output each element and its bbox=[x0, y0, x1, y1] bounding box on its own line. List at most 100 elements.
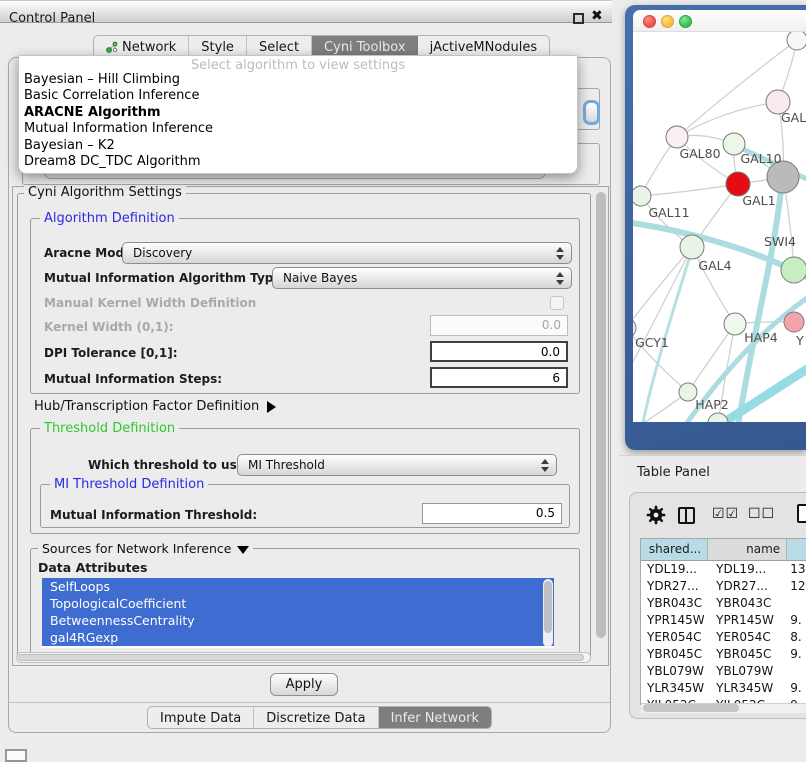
mi-algorithm-type-combo[interactable]: Naive Bayes bbox=[272, 267, 572, 289]
network-edge[interactable] bbox=[641, 184, 738, 196]
table-cell: 9. bbox=[787, 612, 806, 629]
deselect-all-checkboxes-icon[interactable]: ☐☐ bbox=[748, 506, 775, 522]
close-panel-icon[interactable]: ✖ bbox=[591, 8, 603, 24]
table-row[interactable]: YBL079WYBL079W bbox=[641, 663, 806, 680]
focused-combo-spinner[interactable] bbox=[583, 100, 600, 125]
table-cell: YLR345W bbox=[641, 680, 708, 697]
apply-button[interactable]: Apply bbox=[270, 673, 338, 696]
manual-kernel-width-checkbox[interactable] bbox=[550, 296, 564, 310]
control-panel-title: Control Panel bbox=[9, 11, 95, 26]
report-icon[interactable] bbox=[797, 504, 806, 523]
sources-title[interactable]: Sources for Network Inference bbox=[38, 541, 253, 560]
network-node-label: HAP2 bbox=[695, 397, 728, 412]
table-row[interactable]: YBR043CYBR043C bbox=[641, 595, 806, 612]
network-node-label: GAL4 bbox=[698, 258, 731, 273]
mac-close-icon[interactable] bbox=[643, 15, 656, 28]
tab-impute-data[interactable]: Impute Data bbox=[148, 707, 254, 728]
table-header-row: shared... name bbox=[641, 539, 806, 561]
table-row[interactable]: YBR045CYBR045C9. bbox=[641, 646, 806, 663]
network-node[interactable] bbox=[784, 312, 804, 332]
network-edge[interactable] bbox=[677, 102, 778, 137]
data-attribute-item[interactable]: SelfLoops bbox=[42, 578, 554, 595]
column-header-shared-name[interactable]: shared... bbox=[641, 539, 708, 560]
node-table: shared... name YDL19...YDL19...13YDR27..… bbox=[640, 538, 806, 705]
table-cell: YBR043C bbox=[708, 595, 787, 612]
mac-zoom-icon[interactable] bbox=[679, 15, 692, 28]
aracne-mode-combo[interactable]: Discovery bbox=[122, 242, 572, 264]
data-attribute-item[interactable]: BetweennessCentrality bbox=[42, 612, 554, 629]
network-edge[interactable] bbox=[677, 40, 797, 137]
algorithm-option[interactable]: Basic Correlation Inference bbox=[19, 88, 577, 104]
data-attribute-item[interactable]: gal4RGexp bbox=[42, 629, 554, 646]
table-hscrollbar-thumb[interactable] bbox=[643, 704, 739, 712]
table-cell: 12 bbox=[787, 578, 806, 595]
table-cell: YER054C bbox=[708, 629, 787, 646]
hub-transcription-factor-toggle[interactable]: Hub/Transcription Factor Definition bbox=[34, 399, 282, 414]
network-node-label: GAL80 bbox=[679, 146, 720, 161]
columns-icon[interactable] bbox=[678, 507, 695, 524]
network-node[interactable] bbox=[708, 413, 728, 422]
network-graph: GALGAL80GAL10GAL1GAL11GAL4SWI4GCY1HAP4YH… bbox=[633, 32, 806, 422]
attributes-scrollbar-thumb[interactable] bbox=[544, 581, 552, 633]
network-node[interactable] bbox=[787, 32, 806, 50]
network-window-titlebar[interactable] bbox=[633, 10, 806, 32]
data-attribute-item[interactable]: TopologicalCoefficient bbox=[42, 595, 554, 612]
network-node-label: GCY1 bbox=[635, 335, 669, 350]
settings-hscrollbar-thumb[interactable] bbox=[18, 654, 584, 661]
gear-icon[interactable] bbox=[646, 505, 666, 529]
table-row[interactable]: YLR345WYLR345W9. bbox=[641, 680, 806, 697]
table-cell: YBR045C bbox=[708, 646, 787, 663]
algorithm-option[interactable]: ARACNE Algorithm bbox=[19, 105, 577, 121]
algorithm-option[interactable]: Bayesian – Hill Climbing bbox=[19, 72, 577, 88]
table-row[interactable]: YDL19...YDL19...13 bbox=[641, 561, 806, 578]
table-cell bbox=[787, 663, 806, 680]
network-node[interactable] bbox=[666, 126, 688, 148]
network-canvas[interactable]: GALGAL80GAL10GAL1GAL11GAL4SWI4GCY1HAP4YH… bbox=[633, 32, 806, 422]
algorithm-option[interactable]: Mutual Information Inference bbox=[19, 121, 577, 137]
mi-algorithm-type-label: Mutual Information Algorithm Type: bbox=[44, 271, 286, 285]
algorithm-definition-title: Algorithm Definition bbox=[40, 211, 179, 226]
tab-infer-network[interactable]: Infer Network bbox=[379, 707, 491, 728]
network-node[interactable] bbox=[724, 313, 746, 335]
table-cell: YPR145W bbox=[641, 612, 708, 629]
which-threshold-label: Which threshold to use: bbox=[88, 458, 250, 472]
table-cell: YBL079W bbox=[641, 663, 708, 680]
select-all-checkboxes-icon[interactable]: ☑☑ bbox=[712, 506, 739, 522]
network-node-label: GAL1 bbox=[742, 193, 775, 208]
network-node-label: HAP4 bbox=[744, 330, 777, 345]
network-node[interactable] bbox=[680, 235, 704, 259]
minimized-panel-icon[interactable] bbox=[5, 749, 27, 762]
network-node[interactable] bbox=[633, 186, 651, 206]
network-edge[interactable] bbox=[633, 247, 692, 328]
kernel-width-field[interactable]: 0.0 bbox=[430, 315, 568, 336]
network-node[interactable] bbox=[781, 257, 806, 283]
column-header-name[interactable]: name bbox=[708, 539, 787, 560]
algorithm-option[interactable]: Dream8 DC_TDC Algorithm bbox=[19, 154, 577, 170]
table-row[interactable]: YDR27...YDR27...12 bbox=[641, 578, 806, 595]
data-attributes-list[interactable]: SelfLoopsTopologicalCoefficientBetweenne… bbox=[42, 578, 554, 648]
mi-steps-field[interactable]: 6 bbox=[430, 367, 568, 388]
table-cell: 9. bbox=[787, 680, 806, 697]
settings-vscrollbar-thumb[interactable] bbox=[596, 192, 606, 638]
network-edge[interactable] bbox=[688, 324, 735, 392]
table-row[interactable]: YPR145WYPR145W9. bbox=[641, 612, 806, 629]
mi-algorithm-type-value: Naive Bayes bbox=[283, 271, 357, 285]
algorithm-option[interactable]: Bayesian – K2 bbox=[19, 138, 577, 154]
table-cell: YLR345W bbox=[708, 680, 787, 697]
mi-threshold-field[interactable]: 0.5 bbox=[422, 503, 562, 524]
table-cell: 13 bbox=[787, 561, 806, 578]
dpi-tolerance-field[interactable]: 0.0 bbox=[430, 341, 568, 362]
data-attributes-label: Data Attributes bbox=[38, 560, 147, 575]
algorithm-dropdown-items: Bayesian – Hill ClimbingBasic Correlatio… bbox=[19, 72, 577, 170]
mac-minimize-icon[interactable] bbox=[661, 15, 674, 28]
spinner-arrows-icon bbox=[555, 247, 564, 260]
algorithm-dropdown-placeholder: Select algorithm to view settings bbox=[19, 56, 577, 72]
table-row[interactable]: YER054CYER054C8. bbox=[641, 629, 806, 646]
column-header-clipped[interactable] bbox=[787, 539, 806, 560]
float-panel-icon[interactable] bbox=[573, 13, 584, 24]
network-node-label: GAL bbox=[781, 110, 806, 125]
table-cell: YDR27... bbox=[641, 578, 708, 595]
which-threshold-combo[interactable]: MI Threshold bbox=[237, 454, 557, 476]
dpi-tolerance-label: DPI Tolerance [0,1]: bbox=[44, 346, 178, 360]
tab-discretize-data[interactable]: Discretize Data bbox=[254, 707, 378, 728]
